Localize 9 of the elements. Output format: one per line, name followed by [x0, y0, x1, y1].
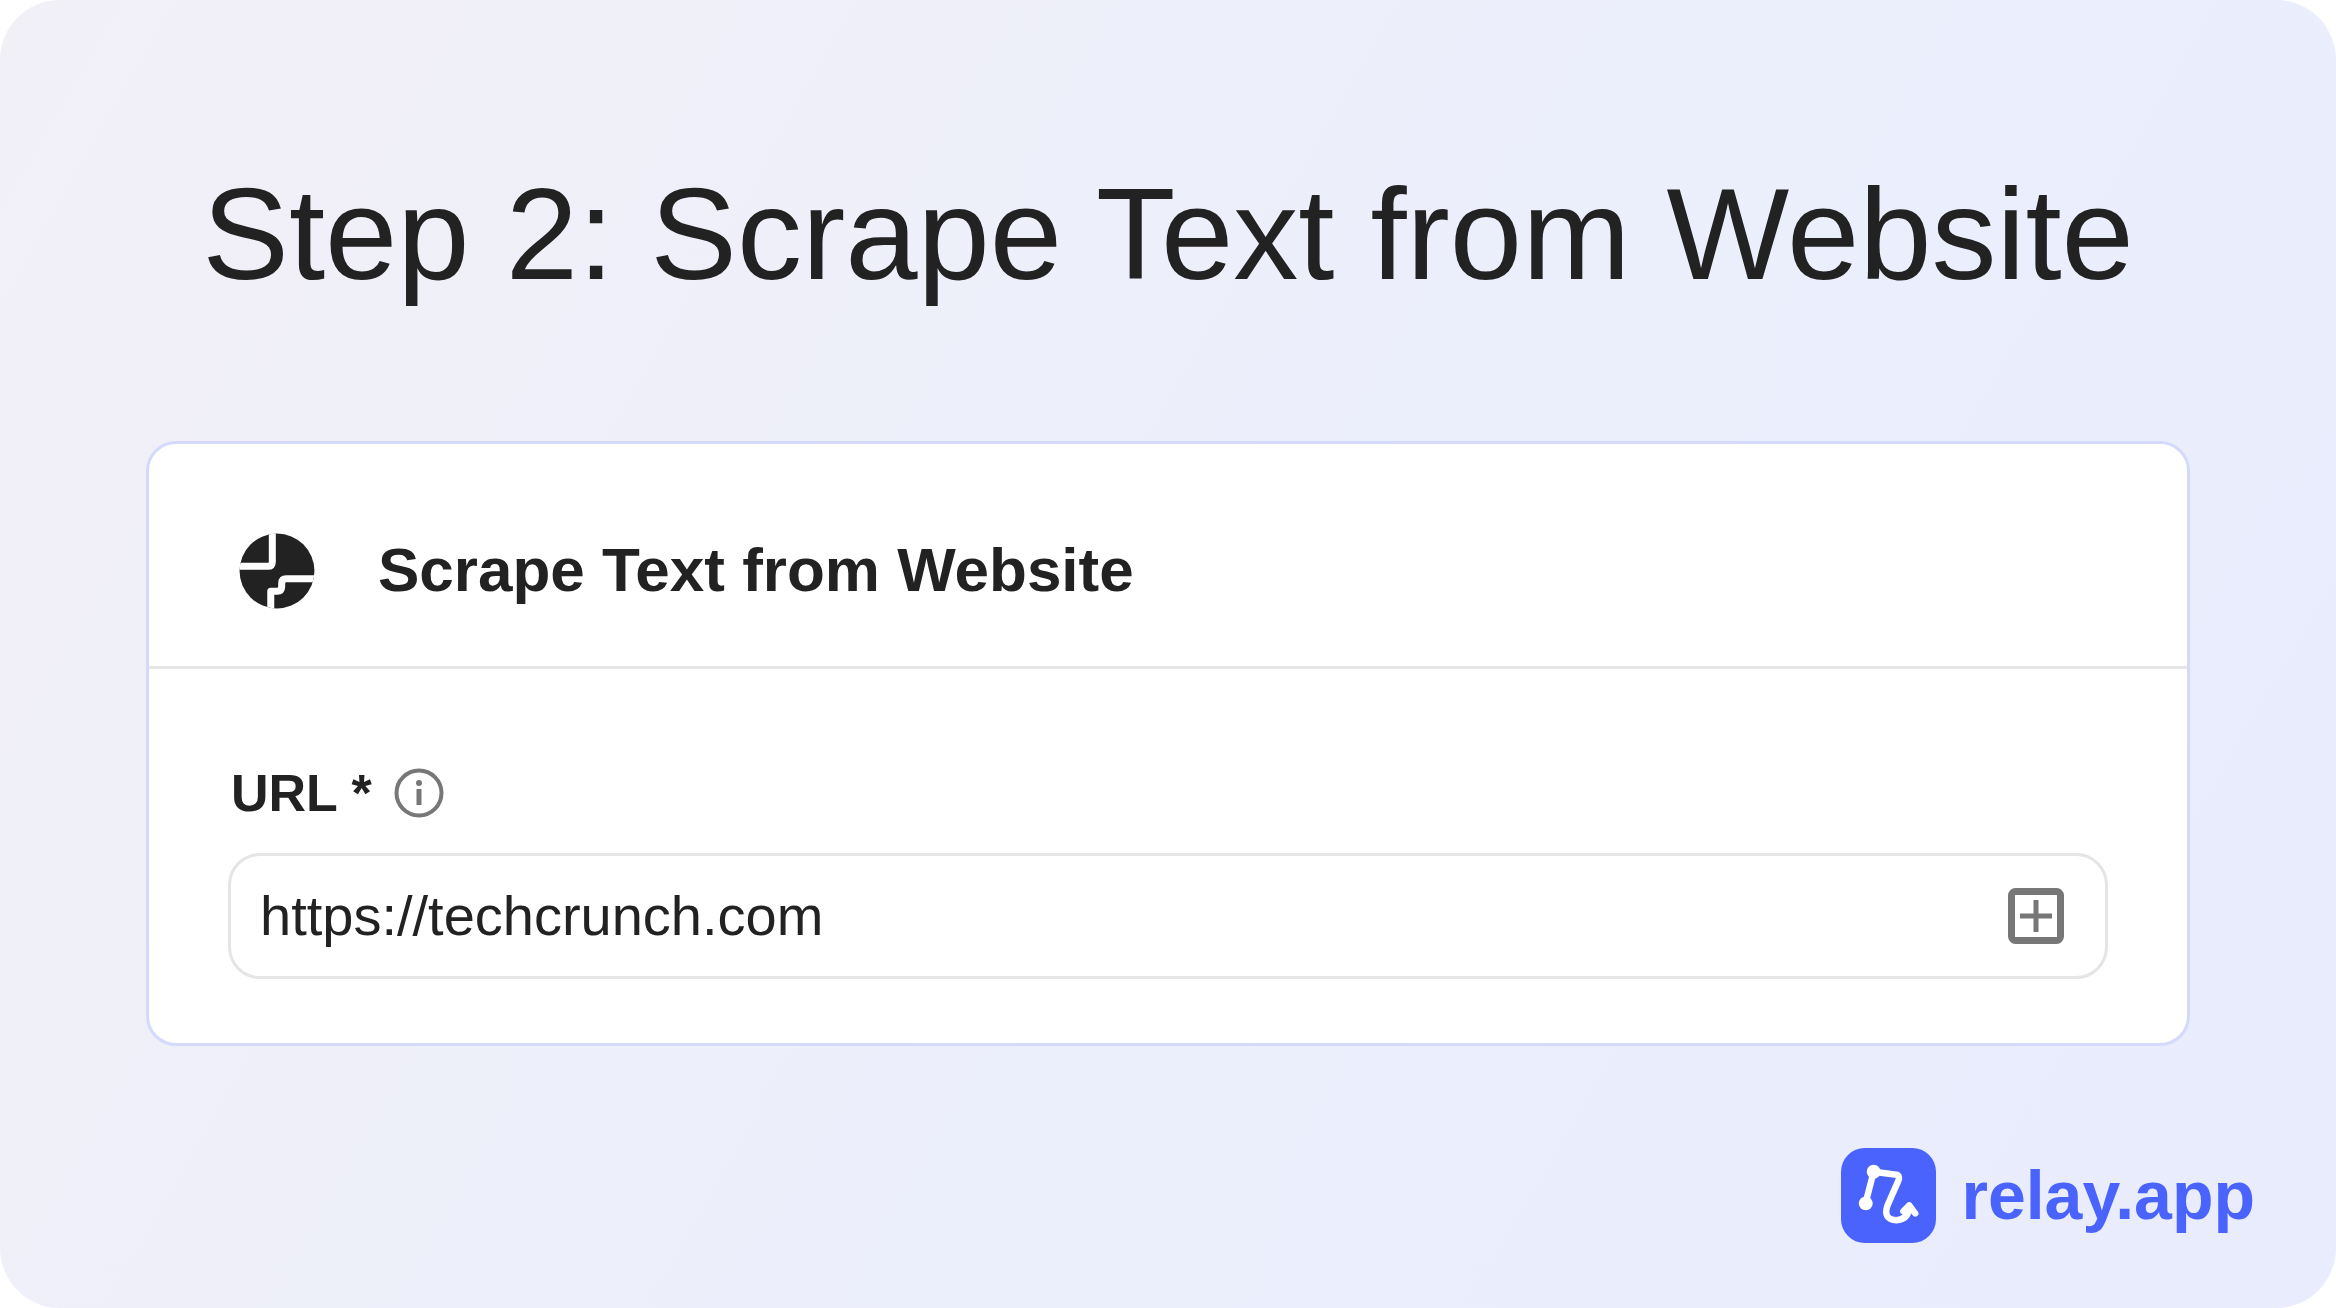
url-field[interactable]: https://techcrunch.com: [228, 852, 2108, 979]
page-title: Step 2: Scrape Text from Website: [202, 160, 2134, 309]
plus-square-icon[interactable]: [2008, 887, 2064, 944]
info-icon[interactable]: [393, 767, 444, 818]
card-title: Scrape Text from Website: [378, 534, 1134, 607]
logo-icon: [1841, 1148, 1937, 1243]
brand-name: relay.app: [1961, 1158, 2255, 1233]
globe-icon: [238, 531, 316, 610]
field-label: URL *: [231, 762, 372, 824]
